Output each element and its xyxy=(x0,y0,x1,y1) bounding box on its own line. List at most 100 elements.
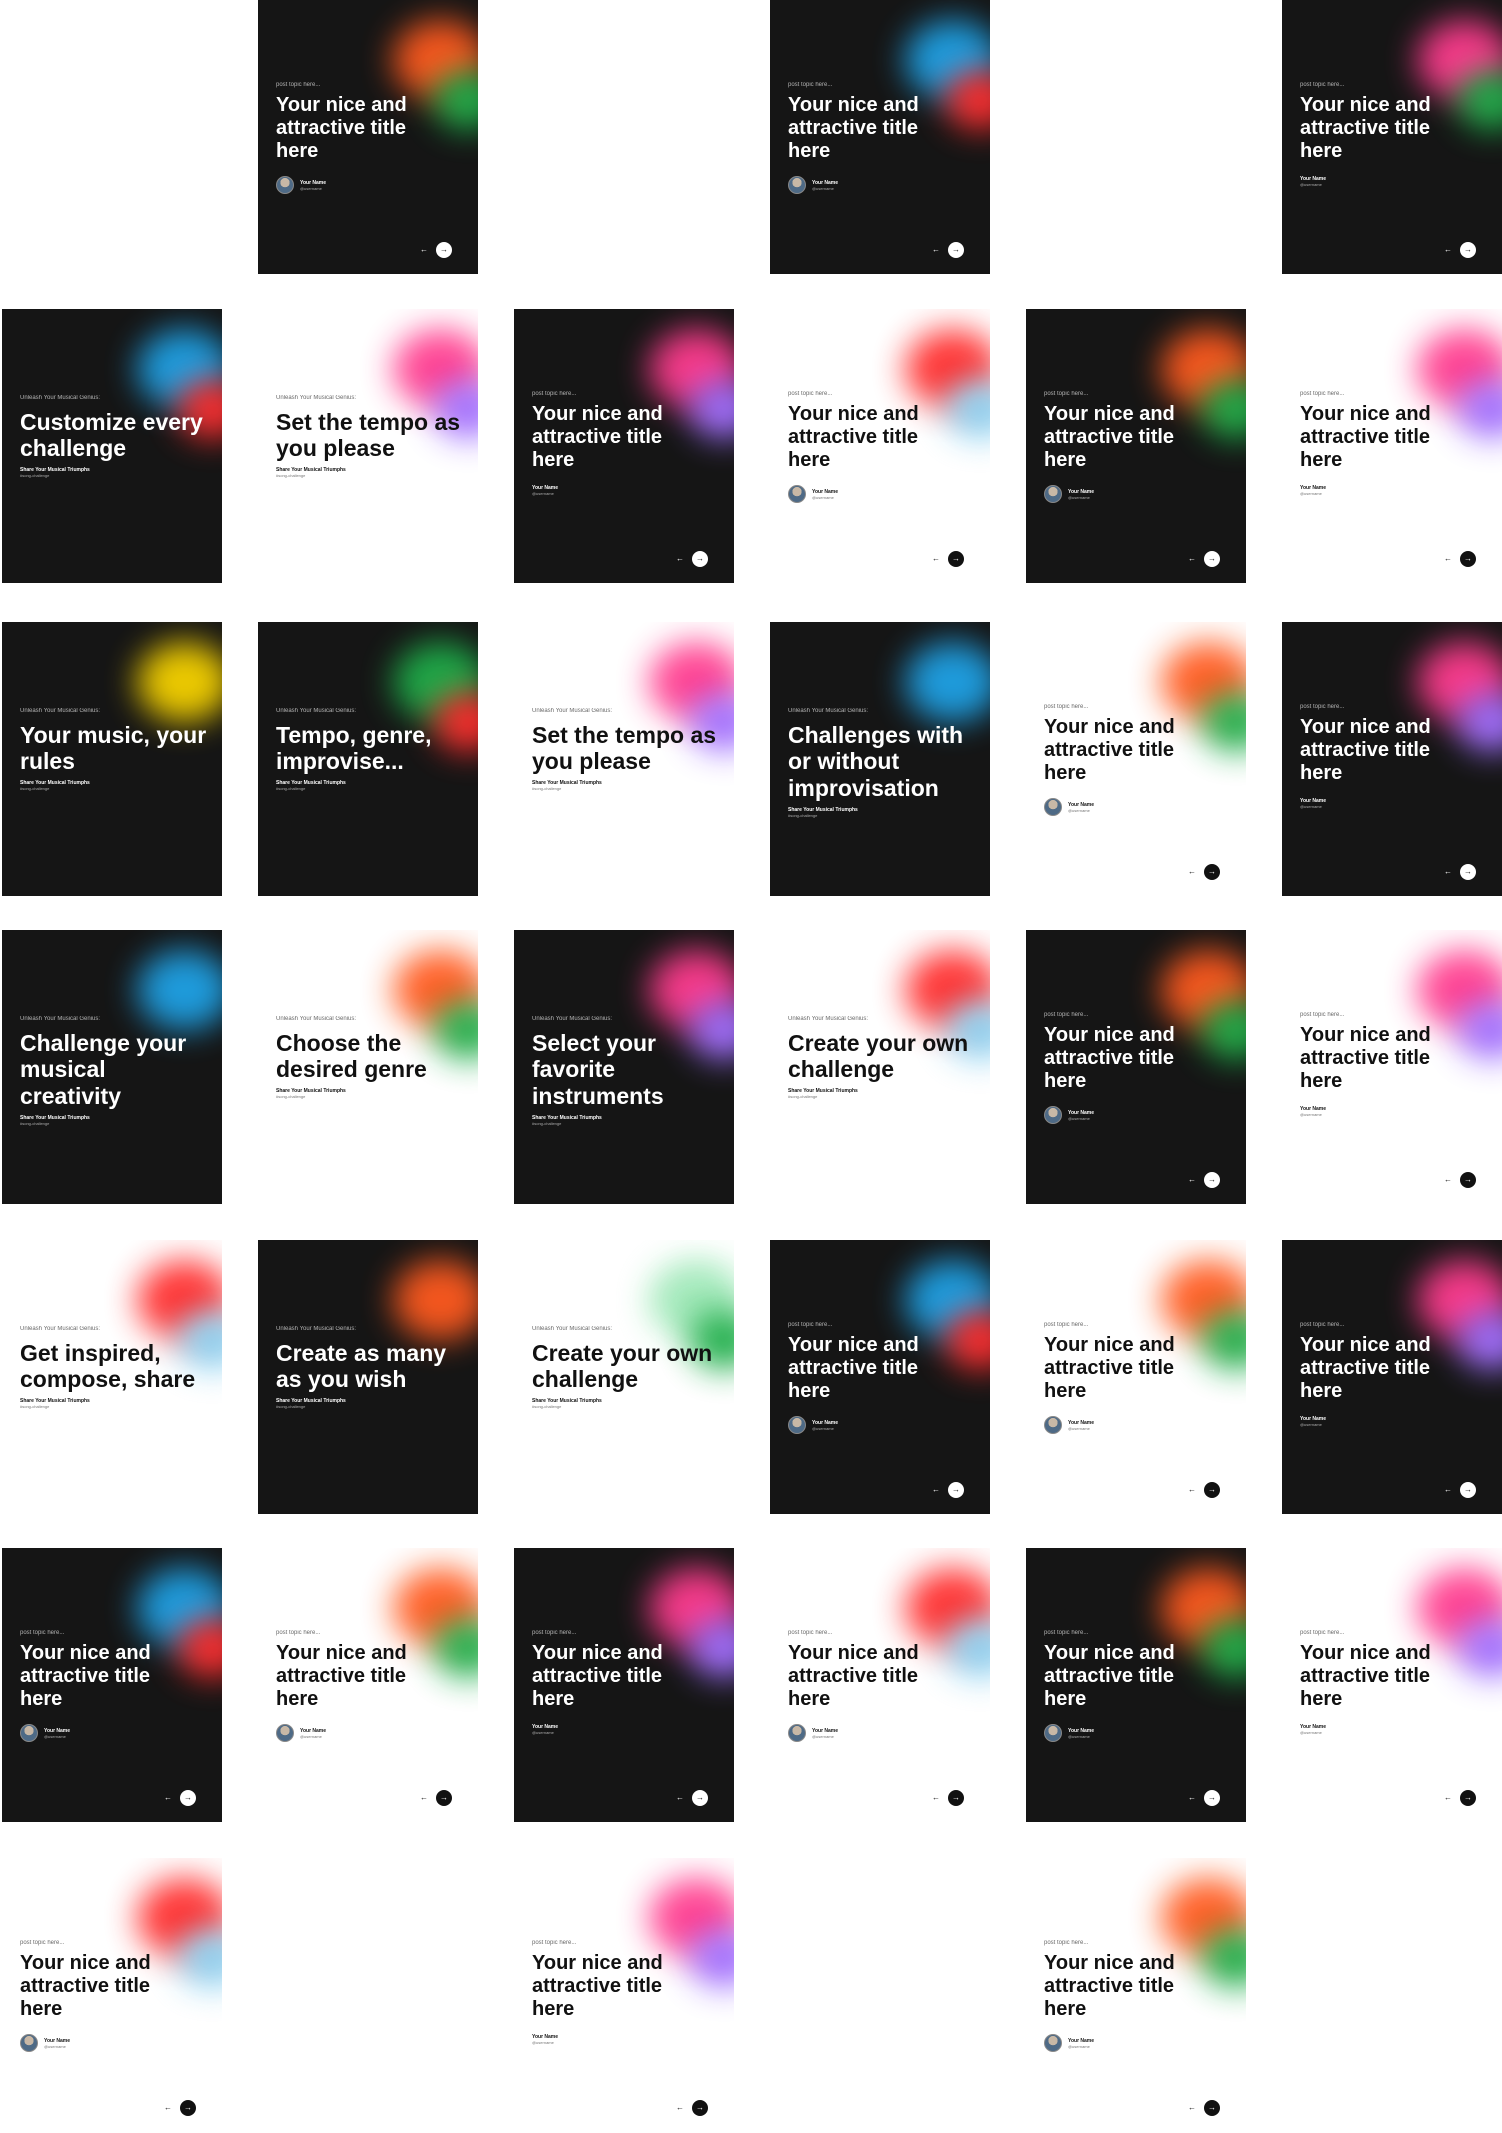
author-text: Your Name @username xyxy=(1300,485,1326,496)
carousel-slide-35: post topic here... Your nice and attracti… xyxy=(514,1858,734,2132)
post-topic: post topic here... xyxy=(788,1322,833,1328)
arrow-left-icon[interactable]: ← xyxy=(676,555,684,563)
post-title: Your nice and attractive title here xyxy=(1300,1334,1431,1402)
carousel-slide-30: post topic here... Your nice and attracti… xyxy=(514,1548,734,1822)
arrow-left-icon[interactable]: ← xyxy=(164,2104,172,2112)
arrow-left-icon[interactable]: ← xyxy=(932,1486,940,1494)
avatar xyxy=(1044,485,1062,503)
arrow-right-icon[interactable]: → xyxy=(692,1790,708,1806)
promo-title: Choose the desired genre xyxy=(276,1030,427,1083)
post-title: Your nice and attractive title here xyxy=(1044,1334,1175,1402)
author-block: Your Name @username xyxy=(788,176,838,194)
post-title: Your nice and attractive title here xyxy=(1044,1024,1175,1092)
arrow-left-icon[interactable]: ← xyxy=(932,246,940,254)
author-handle: @username xyxy=(1300,1112,1322,1117)
arrow-right-icon[interactable]: → xyxy=(1460,1482,1476,1498)
arrow-right-icon[interactable]: → xyxy=(1460,1172,1476,1188)
promo-title: Create your own challenge xyxy=(788,1030,969,1083)
arrow-right-icon[interactable]: → xyxy=(1204,1790,1220,1806)
arrow-left-icon[interactable]: ← xyxy=(164,1794,172,1802)
arrow-right-icon[interactable]: → xyxy=(1460,864,1476,880)
arrow-left-icon[interactable]: ← xyxy=(1444,868,1452,876)
carousel-slide-20: post topic here... Your nice and attracti… xyxy=(1026,930,1246,1204)
author-handle: @username xyxy=(1300,491,1322,496)
arrow-right-icon[interactable]: → xyxy=(692,2100,708,2116)
arrow-right-icon[interactable]: → xyxy=(948,242,964,258)
arrow-left-icon[interactable]: ← xyxy=(1444,1176,1452,1184)
arrow-left-icon[interactable]: ← xyxy=(1188,868,1196,876)
promo-topic: Unleash Your Musical Genius: xyxy=(276,395,357,401)
post-title: Your nice and attractive title here xyxy=(276,94,407,162)
promo-title: Set the tempo as you please xyxy=(532,722,717,775)
carousel-slide-16: Unleash Your Musical Genius: Challenge yo… xyxy=(2,930,222,1204)
arrow-right-icon[interactable]: → xyxy=(948,551,964,567)
author-handle: @username xyxy=(300,1733,322,1739)
avatar xyxy=(276,1724,294,1742)
post-topic: post topic here... xyxy=(532,391,577,397)
promo-cta: Share Your Musical Triumphs #song-challen… xyxy=(788,1088,858,1099)
post-topic: post topic here... xyxy=(1300,1630,1345,1636)
arrow-right-icon[interactable]: → xyxy=(1204,551,1220,567)
post-topic: post topic here... xyxy=(1044,1630,1089,1636)
arrow-right-icon[interactable]: → xyxy=(1204,1172,1220,1188)
arrow-right-icon[interactable]: → xyxy=(948,1790,964,1806)
carousel-slide-3: post topic here... Your nice and attracti… xyxy=(1282,0,1502,274)
arrow-left-icon[interactable]: ← xyxy=(1444,246,1452,254)
arrow-right-icon[interactable]: → xyxy=(692,551,708,567)
arrow-right-icon[interactable]: → xyxy=(180,1790,196,1806)
arrow-left-icon[interactable]: ← xyxy=(1188,1176,1196,1184)
arrow-right-icon[interactable]: → xyxy=(1204,864,1220,880)
author-handle: @username xyxy=(812,185,834,191)
promo-cta: Share Your Musical Triumphs #song-challen… xyxy=(276,1398,346,1409)
author-text: Your Name @username xyxy=(1300,1416,1326,1427)
arrow-right-icon[interactable]: → xyxy=(1460,551,1476,567)
promo-topic: Unleash Your Musical Genius: xyxy=(532,1016,613,1022)
cta-hashtag: #song-challenge xyxy=(788,813,818,818)
cta-hashtag: #song-challenge xyxy=(532,1121,562,1126)
arrow-left-icon[interactable]: ← xyxy=(676,1794,684,1802)
slide-nav: ← → xyxy=(932,1790,964,1806)
arrow-left-icon[interactable]: ← xyxy=(1444,1486,1452,1494)
arrow-left-icon[interactable]: ← xyxy=(1188,555,1196,563)
slide-nav: ← → xyxy=(932,242,964,258)
arrow-right-icon[interactable]: → xyxy=(1460,1790,1476,1806)
slide-nav: ← → xyxy=(1444,242,1476,258)
carousel-slide-33: post topic here... Your nice and attracti… xyxy=(1282,1548,1502,1822)
post-title: Your nice and attractive title here xyxy=(788,1642,919,1710)
arrow-left-icon[interactable]: ← xyxy=(1188,1794,1196,1802)
arrow-left-icon[interactable]: ← xyxy=(1188,2104,1196,2112)
arrow-right-icon[interactable]: → xyxy=(180,2100,196,2116)
author-text: Your Name @username xyxy=(532,485,558,496)
arrow-right-icon[interactable]: → xyxy=(1204,1482,1220,1498)
avatar xyxy=(1044,1106,1062,1124)
promo-cta: Share Your Musical Triumphs #song-challen… xyxy=(20,1398,90,1409)
arrow-right-icon[interactable]: → xyxy=(948,1482,964,1498)
arrow-left-icon[interactable]: ← xyxy=(932,555,940,563)
arrow-left-icon[interactable]: ← xyxy=(932,1794,940,1802)
author-text: Your Name @username xyxy=(532,1724,558,1735)
promo-title: Your music, your rules xyxy=(20,722,207,775)
slide-nav: ← → xyxy=(932,1482,964,1498)
arrow-left-icon[interactable]: ← xyxy=(1444,1794,1452,1802)
post-title: Your nice and attractive title here xyxy=(788,94,919,162)
arrow-left-icon[interactable]: ← xyxy=(676,2104,684,2112)
arrow-left-icon[interactable]: ← xyxy=(420,1794,428,1802)
arrow-right-icon[interactable]: → xyxy=(436,1790,452,1806)
arrow-right-icon[interactable]: → xyxy=(1460,242,1476,258)
arrow-left-icon[interactable]: ← xyxy=(1188,1486,1196,1494)
author-text: Your Name @username xyxy=(1300,798,1326,809)
author-handle: @username xyxy=(1068,807,1090,813)
post-topic: post topic here... xyxy=(1300,1322,1345,1328)
arrow-left-icon[interactable]: ← xyxy=(420,246,428,254)
gradient-blob xyxy=(137,950,222,1030)
author-block: Your Name @username xyxy=(1044,1416,1094,1434)
author-handle: @username xyxy=(812,1425,834,1431)
author-block: Your Name @username xyxy=(532,2034,558,2045)
author-handle: @username xyxy=(1300,1730,1322,1735)
arrow-left-icon[interactable]: ← xyxy=(1444,555,1452,563)
arrow-right-icon[interactable]: → xyxy=(1204,2100,1220,2116)
promo-topic: Unleash Your Musical Genius: xyxy=(20,1016,101,1022)
post-title: Your nice and attractive title here xyxy=(532,1952,663,2020)
promo-title: Get inspired, compose, share xyxy=(20,1340,196,1393)
arrow-right-icon[interactable]: → xyxy=(436,242,452,258)
